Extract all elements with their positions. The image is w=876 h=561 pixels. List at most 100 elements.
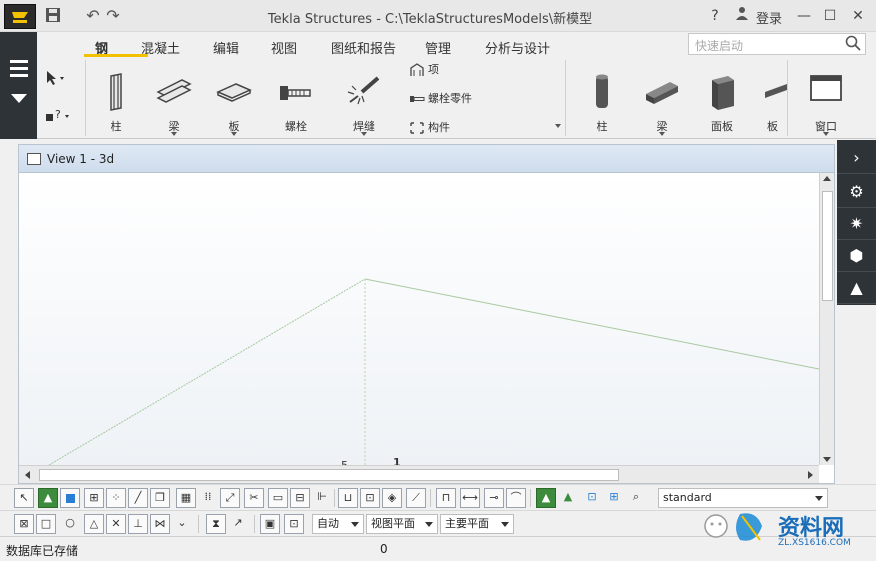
snap-free-icon[interactable]: ↗ [228,514,248,534]
select-points-icon[interactable]: ⁘ [106,488,126,508]
snap-curve-icon[interactable]: ⌄ [172,514,192,534]
undo-icon[interactable]: ↶ [84,7,102,25]
horizontal-scroll-thumb[interactable] [39,469,619,481]
snap-intersection-icon[interactable]: ⊠ [14,514,34,534]
select-welds-icon[interactable]: ⤢ [220,488,240,508]
select-pointer-icon[interactable] [45,70,65,90]
grid-label-1: 1 [393,456,401,465]
select-grid-points-icon[interactable]: ⁞⁞ [198,488,218,508]
snap-geometry-lines-icon[interactable]: ⟷ [460,488,480,508]
shapes-icon[interactable]: ▲ [837,272,876,304]
minimize-button[interactable]: — [794,6,814,26]
select-reference-icon[interactable]: ▦ [176,488,196,508]
item-button[interactable]: 项 [409,60,439,80]
chevron-down-icon [501,522,509,527]
snap-triangle-icon[interactable]: △ [84,514,104,534]
select-rebar-icon[interactable]: ⟋ [406,488,426,508]
snap-to-points-icon[interactable]: ▲ [536,488,556,508]
snap-center-icon[interactable]: ○ [60,514,80,534]
select-assembly-icon[interactable]: ⊔ [338,488,358,508]
catalog-cube-icon[interactable]: ⬢ [837,240,876,272]
tab-manage[interactable]: 管理 [425,38,451,57]
select-views-icon[interactable]: ▭ [268,488,288,508]
snap-hourglass-icon[interactable]: ⧗ [206,514,226,534]
select-cuts-icon[interactable]: ✂ [244,488,264,508]
status-count: 0 [380,542,388,556]
collapse-ribbon-icon[interactable] [11,94,27,103]
select-parts-icon[interactable]: ▲ [38,488,58,508]
snap-reference-lines-icon[interactable]: ⊓ [436,488,456,508]
select-bolts-icon[interactable]: ⊩ [312,488,332,508]
snap-square-icon[interactable]: □ [36,514,56,534]
tab-drawings-reports[interactable]: 图纸和报告 [331,38,396,57]
select-lines-icon[interactable]: ╱ [128,488,148,508]
steel-beam-button[interactable]: 梁 [151,68,197,136]
expand-panel-icon[interactable]: › [837,142,876,174]
snap-mode-select[interactable]: 自动 [312,514,364,534]
concrete-panel-button[interactable]: 面板 [699,68,745,136]
chevron-down-icon [351,522,359,527]
bolt-part-button[interactable]: 螺栓零件 [409,89,472,109]
snap-arc-icon[interactable]: ⌒ [506,488,526,508]
snap-midpoint-icon[interactable]: ⊸ [484,488,504,508]
snap-override-2-icon[interactable]: ⊡ [284,514,304,534]
settings-gear-icon[interactable]: ✷ [837,208,876,240]
window-button[interactable]: 窗口 [803,68,849,136]
vertical-scrollbar[interactable] [819,173,834,465]
watermark-url: ZL.XS1616.COM [778,538,851,548]
bolt-part-label: 螺栓零件 [428,92,472,105]
weld-button[interactable]: 焊缝 [341,68,387,136]
snap-perpendicular-icon[interactable]: ⊥ [128,514,148,534]
snap-to-parts-icon[interactable]: ▲ [558,488,578,508]
property-settings-icon[interactable]: ⚙ [837,176,876,208]
quick-launch-input[interactable]: 快速启动 [688,33,866,55]
snap-line-icon[interactable]: ⋈ [150,514,170,534]
select-components-icon[interactable]: ⊟ [290,488,310,508]
snap-selection-icon[interactable]: ⊡ [582,488,602,508]
selection-filter-select[interactable]: standard [658,488,828,508]
maximize-button[interactable]: ☐ [820,6,840,26]
component-button[interactable]: 构件 [409,118,450,138]
help-icon[interactable]: ? [705,6,725,26]
select-all-icon[interactable]: ↖ [14,488,34,508]
selection-filter-value: standard [663,491,712,504]
steel-column-button[interactable]: 柱 [93,68,139,136]
search-icon[interactable] [845,35,861,55]
login-link[interactable]: 登录 [756,8,782,27]
concrete-column-button[interactable]: 柱 [579,68,625,136]
redo-icon[interactable]: ↷ [104,7,122,25]
tekla-logo-button[interactable] [4,4,36,29]
select-grid-icon[interactable]: ⊞ [84,488,104,508]
select-objects-icon[interactable] [60,488,80,508]
vertical-scroll-thumb[interactable] [822,191,833,301]
main-plane-select[interactable]: 主要平面 [440,514,514,534]
snap-override-icon[interactable]: ▣ [260,514,280,534]
chevron-down-icon [425,522,433,527]
close-button[interactable]: ✕ [848,6,868,26]
main-plane-value: 主要平面 [445,517,489,530]
select-cube-icon[interactable]: ❒ [150,488,170,508]
snap-extensions-icon[interactable]: ⊞ [604,488,624,508]
concrete-slab-button[interactable]: 板 [757,68,787,136]
hamburger-menu-icon[interactable] [10,60,28,81]
select-help-icon[interactable]: ? [45,108,73,128]
steel-plate-button[interactable]: 板 [211,68,257,136]
zoom-to-icon[interactable]: ⌕ [626,488,646,508]
select-objects-in-component-icon[interactable]: ⊡ [360,488,380,508]
user-icon[interactable] [732,6,752,26]
select-surfaces-icon[interactable]: ◈ [382,488,402,508]
concrete-slab-label: 板 [767,120,778,133]
horizontal-scrollbar[interactable] [19,465,819,483]
steel-group-expand-icon[interactable] [555,124,561,128]
snap-cross-icon[interactable]: ✕ [106,514,126,534]
tab-view[interactable]: 视图 [271,38,297,57]
tab-edit[interactable]: 编辑 [213,38,239,57]
work-plane-select[interactable]: 视图平面 [366,514,438,534]
bolt-button[interactable]: 螺栓 [273,68,319,136]
tab-analysis-design[interactable]: 分析与设计 [485,38,550,57]
chevron-down-icon [815,496,823,501]
save-icon[interactable] [44,7,62,25]
view-title-bar[interactable]: View 1 - 3d [19,145,834,173]
concrete-beam-button[interactable]: 梁 [639,68,685,136]
model-canvas[interactable]: 5 1 [19,173,819,465]
